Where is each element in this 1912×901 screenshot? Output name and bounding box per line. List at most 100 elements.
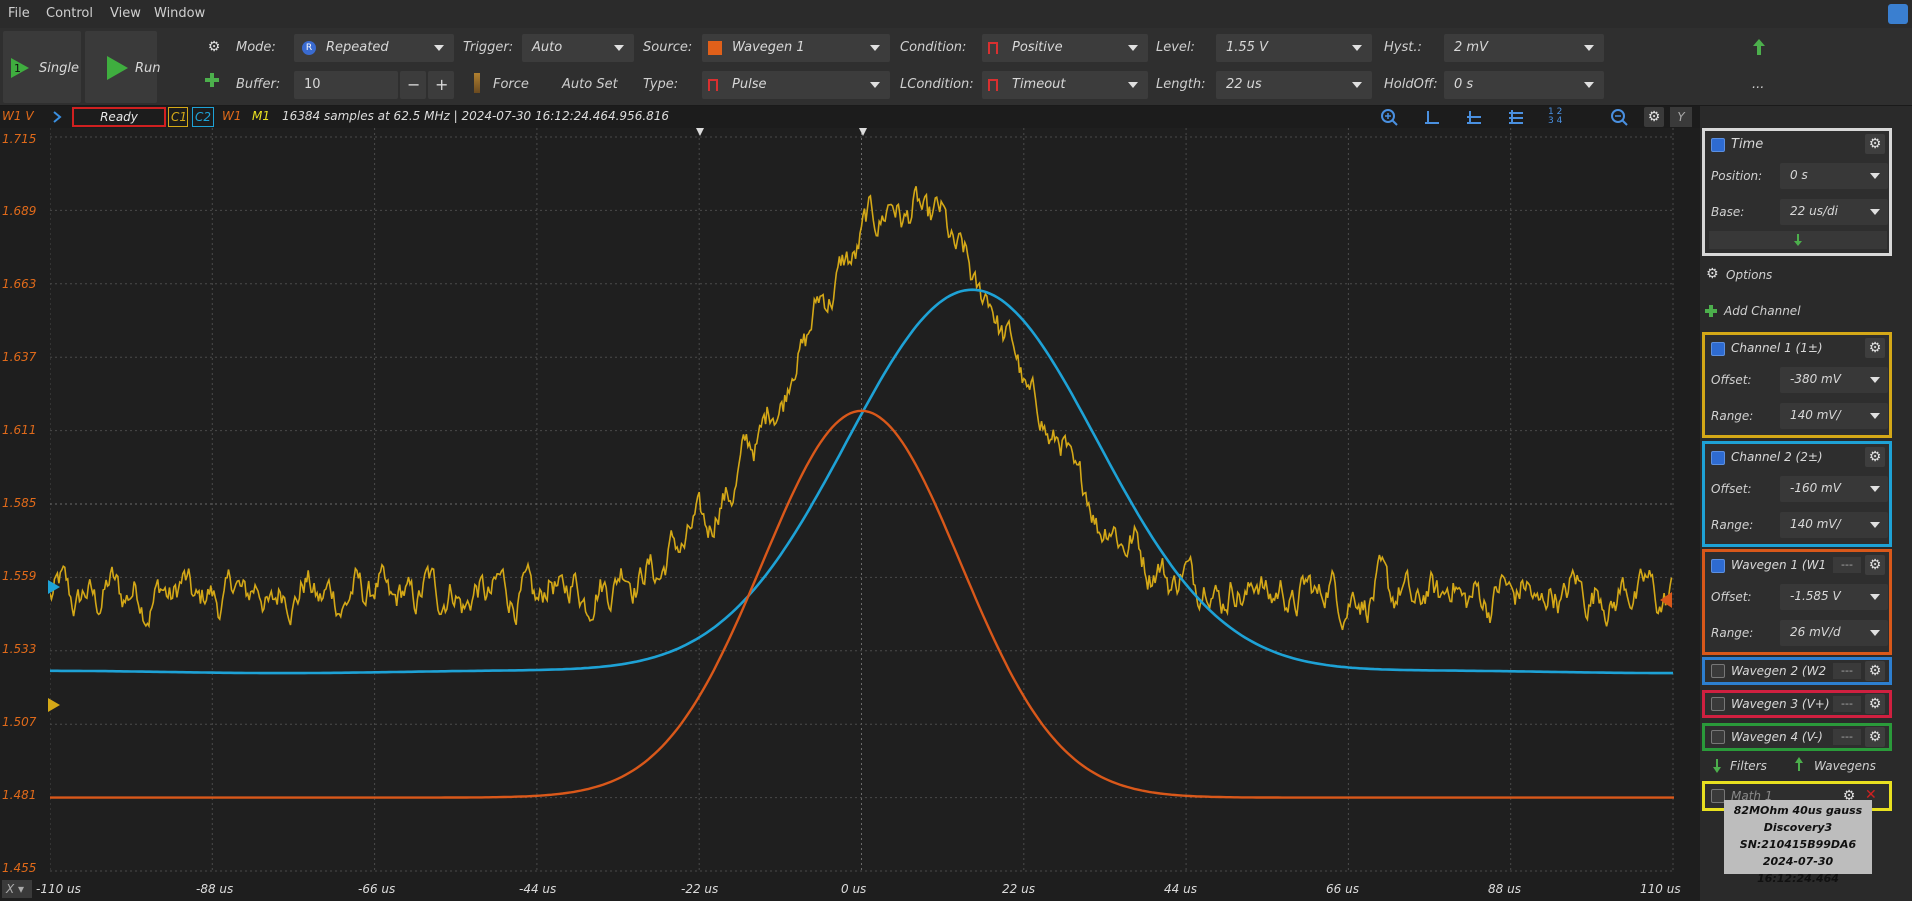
wavegen-3-dash-button[interactable]: --- [1833, 696, 1861, 712]
add-channel-button[interactable]: Add Channel [1724, 304, 1801, 318]
channel-2-range-select[interactable]: 140 mV/ [1780, 512, 1888, 538]
channel-1-offset-select[interactable]: -380 mV [1780, 367, 1888, 393]
level-value: 1.55 V [1226, 40, 1268, 55]
trigger-level-marker[interactable] [1660, 592, 1672, 608]
oscilloscope-plot[interactable] [50, 128, 1674, 872]
x-tick: 0 us [841, 882, 867, 896]
wavegen-1-range-select[interactable]: 26 mV/d [1780, 620, 1888, 646]
wavegens-button[interactable]: Wavegens [1814, 759, 1876, 773]
y-axis-button[interactable]: Y [1670, 107, 1692, 127]
channel-2-checkbox[interactable] [1711, 451, 1725, 465]
chevron-down-icon [870, 82, 880, 88]
chevron-down-icon [1870, 173, 1880, 179]
time-gear-icon[interactable]: ⚙ [1865, 134, 1885, 154]
wavegen-2-dash-button[interactable]: --- [1833, 663, 1861, 679]
menu-view[interactable]: View [110, 6, 141, 21]
chevron-down-icon [434, 45, 444, 51]
offset-label: Offset: [1711, 590, 1752, 604]
run-button[interactable]: Run [85, 31, 161, 103]
source-label: Source: [643, 40, 693, 55]
force-icon [474, 73, 480, 93]
channel-2-offset-select[interactable]: -160 mV [1780, 476, 1888, 502]
menu-window[interactable]: Window [154, 6, 205, 21]
options-label[interactable]: Options [1726, 268, 1772, 282]
multi-view-icon[interactable]: 1 23 4 [1548, 108, 1562, 126]
add-channel-icon[interactable] [1704, 304, 1718, 318]
window-icon[interactable] [1888, 4, 1908, 24]
x-tick: -110 us [36, 882, 81, 896]
level-select[interactable]: 1.55 V [1216, 34, 1372, 62]
chevron-right-icon[interactable] [52, 111, 62, 123]
channel-1-marker[interactable] [48, 580, 60, 594]
mode-select[interactable]: R Repeated [294, 34, 454, 62]
autoset-button[interactable]: Auto Set [562, 77, 618, 92]
wavegen-2-gear-icon[interactable]: ⚙ [1865, 661, 1885, 681]
filters-button[interactable]: Filters [1730, 759, 1767, 773]
channel-2-gear-icon[interactable]: ⚙ [1865, 447, 1885, 467]
trigger-select[interactable]: Auto [522, 34, 634, 62]
run-label: Run [135, 61, 161, 76]
holdoff-select[interactable]: 0 s [1444, 71, 1604, 99]
channel-2-marker[interactable] [48, 698, 60, 712]
menu-file[interactable]: File [8, 6, 30, 21]
condition-select[interactable]: Positive [982, 34, 1148, 62]
settings-gear-icon[interactable]: ⚙ [204, 37, 224, 57]
wavegen-2-checkbox[interactable] [1711, 664, 1725, 678]
wavegen-4-dash-button[interactable]: --- [1833, 729, 1861, 745]
source-select[interactable]: Wavegen 1 [702, 34, 890, 62]
note-line: 2024-07-30 16:12:24.464 [1757, 855, 1839, 885]
m1-badge[interactable]: M1 [252, 109, 270, 123]
time-checkbox[interactable] [1711, 138, 1725, 152]
length-select[interactable]: 22 us [1216, 71, 1372, 99]
channel-2-title: Channel 2 (2±) [1731, 450, 1823, 464]
channel-1-gear-icon[interactable]: ⚙ [1865, 338, 1885, 358]
math-1-checkbox[interactable] [1711, 789, 1725, 803]
single-button[interactable]: 1 Single [3, 31, 81, 103]
cursor-y-icon[interactable] [1508, 109, 1524, 125]
zoom-out-icon[interactable] [1610, 108, 1628, 126]
hyst-select[interactable]: 2 mV [1444, 34, 1604, 62]
plot-settings-gear-icon[interactable]: ⚙ [1644, 107, 1664, 127]
type-select[interactable]: Pulse [702, 71, 890, 99]
x-tick: -88 us [196, 882, 234, 896]
buffer-input[interactable]: 10 [294, 71, 398, 99]
channel-1-range-select[interactable]: 140 mV/ [1780, 403, 1888, 429]
cursor-x1-icon[interactable] [1424, 109, 1440, 125]
add-icon[interactable] [204, 72, 220, 88]
x-axis-button[interactable]: X ▾ [2, 880, 32, 898]
more-button[interactable]: ... [1752, 77, 1764, 92]
wavegen-3-checkbox[interactable] [1711, 697, 1725, 711]
status-badge: Ready [72, 107, 166, 127]
wavegen-4-checkbox[interactable] [1711, 730, 1725, 744]
c1-badge[interactable]: C1 [168, 107, 188, 127]
arrow-up-icon[interactable] [1752, 38, 1766, 56]
base-select[interactable]: 22 us/di [1780, 199, 1888, 225]
wavegen-4-gear-icon[interactable]: ⚙ [1865, 727, 1885, 747]
w1-badge[interactable]: W1 [222, 109, 242, 123]
lcondition-value: Timeout [1012, 77, 1066, 92]
lcondition-select[interactable]: Timeout [982, 71, 1148, 99]
buffer-plus-button[interactable]: + [428, 71, 454, 99]
zoom-in-icon[interactable] [1380, 108, 1398, 126]
position-select[interactable]: 0 s [1780, 163, 1888, 189]
single-label: Single [39, 61, 79, 76]
wavegen-3-gear-icon[interactable]: ⚙ [1865, 694, 1885, 714]
holdoff-label: HoldOff: [1384, 77, 1438, 92]
menu-control[interactable]: Control [46, 6, 93, 21]
length-label: Length: [1156, 77, 1206, 92]
y-tick: 1.663 [2, 277, 37, 291]
options-gear-icon[interactable]: ⚙ [1706, 266, 1719, 282]
buffer-label: Buffer: [236, 77, 281, 92]
wavegen-1-offset-select[interactable]: -1.585 V [1780, 584, 1888, 610]
buffer-minus-button[interactable]: − [400, 71, 426, 99]
hyst-value: 2 mV [1454, 40, 1488, 55]
channel-1-checkbox[interactable] [1711, 342, 1725, 356]
c2-badge[interactable]: C2 [192, 107, 214, 127]
wavegen-1-checkbox[interactable] [1711, 559, 1725, 573]
x-tick: 44 us [1164, 882, 1197, 896]
wavegen-1-gear-icon[interactable]: ⚙ [1865, 555, 1885, 575]
cursor-x2-icon[interactable] [1466, 109, 1482, 125]
wavegen-1-dash-button[interactable]: --- [1833, 557, 1861, 573]
time-expand-button[interactable] [1709, 231, 1887, 249]
force-button[interactable]: Force [493, 77, 529, 92]
